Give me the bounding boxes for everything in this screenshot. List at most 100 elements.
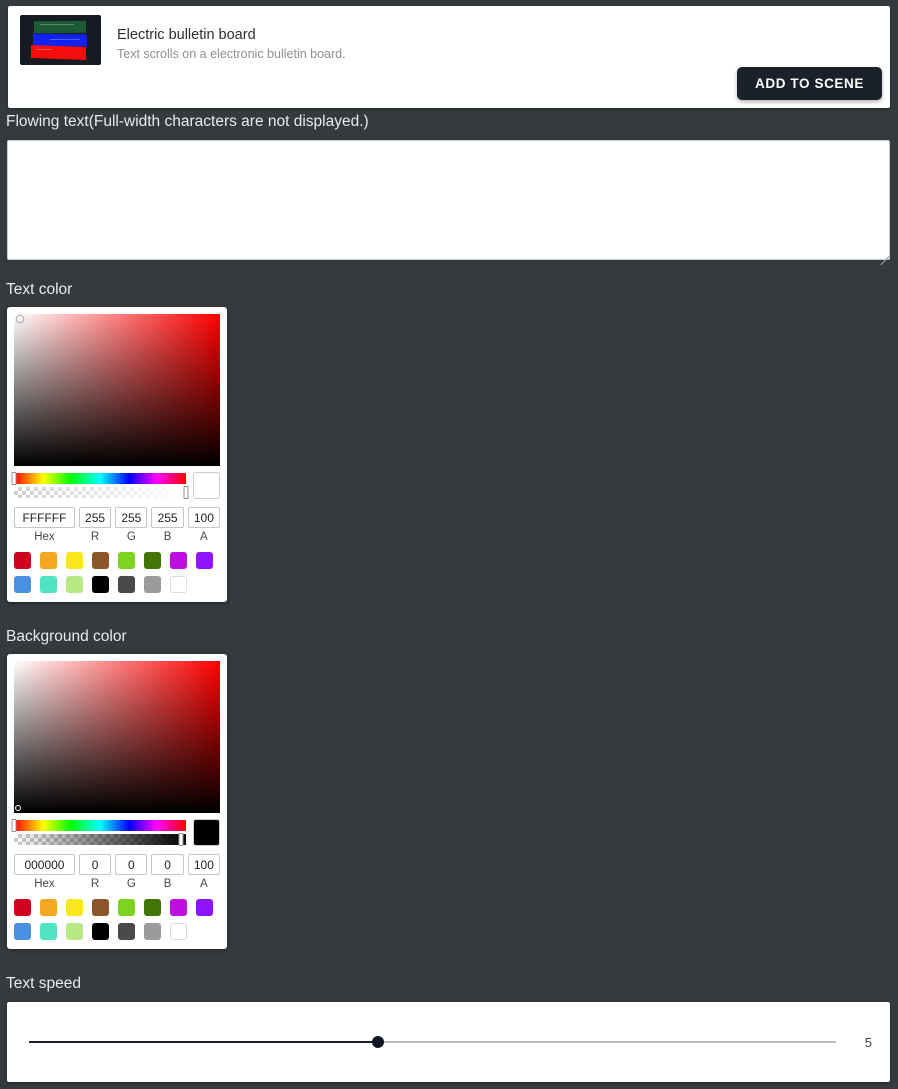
hue-slider-handle[interactable] (11, 472, 17, 485)
background-color-label: Background color (6, 628, 127, 645)
text-color-g-field[interactable]: G (115, 507, 148, 543)
background-color-swatch-4[interactable] (92, 899, 109, 916)
text-color-swatch-7[interactable] (170, 552, 187, 569)
asset-header-text: Electric bulletin board Text scrolls on … (117, 15, 346, 63)
background-color-hue-slider[interactable] (11, 819, 186, 832)
background-color-b-caption: B (163, 878, 172, 890)
text-color-swatches (14, 552, 220, 593)
text-color-r-field[interactable]: R (78, 507, 112, 543)
text-color-b-field[interactable]: B (151, 507, 184, 543)
slider-thumb[interactable] (372, 1036, 385, 1048)
text-color-picker[interactable]: Hex R G B A (7, 307, 227, 602)
background-color-a-caption: A (200, 878, 208, 890)
text-color-b-input[interactable] (151, 507, 184, 528)
background-color-swatch-3[interactable] (66, 923, 83, 940)
text-color-saturation-value-panel[interactable] (14, 314, 220, 466)
app-root: Electric bulletin board Text scrolls on … (0, 0, 898, 1089)
text-color-r-input[interactable] (78, 507, 112, 528)
text-color-hex-input[interactable] (14, 507, 75, 528)
hue-slider-handle[interactable] (11, 819, 17, 832)
text-color-a-input[interactable] (187, 507, 220, 528)
background-color-swatch-6[interactable] (144, 923, 161, 940)
background-color-r-input[interactable] (78, 854, 112, 875)
background-color-b-field[interactable]: B (151, 854, 184, 890)
background-color-swatch-2[interactable] (40, 923, 57, 940)
text-color-swatch-3[interactable] (66, 576, 83, 593)
alpha-gradient (14, 834, 186, 845)
text-speed-label: Text speed (6, 975, 81, 992)
background-color-r-caption: R (90, 878, 100, 890)
text-speed-row: 5 (7, 1002, 890, 1082)
background-color-swatch-3[interactable] (66, 899, 83, 916)
text-color-swatch-1[interactable] (14, 552, 31, 569)
background-color-alpha-slider[interactable] (14, 833, 186, 846)
alpha-slider-handle[interactable] (183, 486, 189, 499)
text-color-a-caption: A (200, 531, 208, 543)
background-color-swatch-4[interactable] (92, 923, 109, 940)
text-color-label: Text color (6, 281, 73, 298)
background-color-a-input[interactable] (187, 854, 220, 875)
background-color-slider-group (11, 819, 220, 846)
text-speed-card: 5 (7, 1002, 890, 1082)
thumbnail-bar-red (31, 44, 86, 61)
background-color-preview-swatch (193, 819, 220, 846)
text-color-swatch-5[interactable] (118, 576, 135, 593)
background-color-swatch-8[interactable] (196, 899, 213, 916)
text-color-g-caption: G (126, 531, 136, 543)
asset-thumbnail (20, 15, 101, 65)
text-color-hue-slider[interactable] (11, 472, 186, 485)
text-color-swatch-2[interactable] (40, 576, 57, 593)
background-color-swatch-5[interactable] (118, 923, 135, 940)
background-color-g-field[interactable]: G (115, 854, 148, 890)
text-color-swatch-3[interactable] (66, 552, 83, 569)
background-color-hex-field[interactable]: Hex (14, 854, 75, 890)
text-speed-value: 5 (864, 1034, 872, 1050)
background-color-swatch-7[interactable] (170, 899, 187, 916)
text-color-swatch-2[interactable] (40, 552, 57, 569)
background-color-r-field[interactable]: R (78, 854, 112, 890)
text-color-swatch-5[interactable] (118, 552, 135, 569)
text-color-fields: Hex R G B A (14, 507, 220, 543)
text-color-a-field[interactable]: A (187, 507, 220, 543)
thumbnail-scanline (50, 39, 80, 40)
saturation-value-cursor[interactable] (17, 315, 24, 322)
background-color-hex-input[interactable] (14, 854, 75, 875)
text-color-hex-field[interactable]: Hex (14, 507, 75, 543)
background-color-b-input[interactable] (151, 854, 184, 875)
background-color-saturation-value-panel[interactable] (14, 661, 220, 813)
text-color-swatch-4[interactable] (92, 576, 109, 593)
text-color-swatch-7[interactable] (170, 576, 187, 593)
background-color-swatch-6[interactable] (144, 899, 161, 916)
text-color-preview-swatch (193, 472, 220, 499)
background-color-swatch-1[interactable] (14, 923, 31, 940)
text-color-swatch-6[interactable] (144, 552, 161, 569)
background-color-a-field[interactable]: A (187, 854, 220, 890)
background-color-swatch-row-1 (14, 899, 220, 916)
text-color-b-caption: B (163, 531, 172, 543)
background-color-fields: Hex R G B A (14, 854, 220, 890)
background-color-swatch-1[interactable] (14, 899, 31, 916)
background-color-g-input[interactable] (115, 854, 148, 875)
background-color-swatch-2[interactable] (40, 899, 57, 916)
flowing-text-label: Flowing text(Full-width characters are n… (6, 113, 369, 130)
background-color-bars (11, 819, 186, 846)
text-color-r-caption: R (90, 531, 100, 543)
text-speed-slider[interactable] (29, 1030, 836, 1054)
text-color-swatch-4[interactable] (92, 552, 109, 569)
saturation-value-cursor[interactable] (15, 805, 22, 812)
page-subtitle: Text scrolls on a electronic bulletin bo… (117, 47, 346, 61)
background-color-picker[interactable]: Hex R G B A (7, 654, 227, 949)
text-color-alpha-slider[interactable] (14, 486, 189, 499)
text-color-swatch-1[interactable] (14, 576, 31, 593)
text-color-slider-group (11, 472, 220, 499)
text-color-swatch-8[interactable] (196, 552, 213, 569)
add-to-scene-button[interactable]: ADD TO SCENE (737, 67, 882, 100)
flowing-text-input[interactable] (7, 140, 890, 260)
text-color-swatch-6[interactable] (144, 576, 161, 593)
text-color-swatch-row-2 (14, 576, 220, 593)
background-color-swatch-5[interactable] (118, 899, 135, 916)
background-color-swatch-row-2 (14, 923, 220, 940)
alpha-slider-handle[interactable] (178, 833, 184, 846)
text-color-g-input[interactable] (115, 507, 148, 528)
background-color-swatch-7[interactable] (170, 923, 187, 940)
